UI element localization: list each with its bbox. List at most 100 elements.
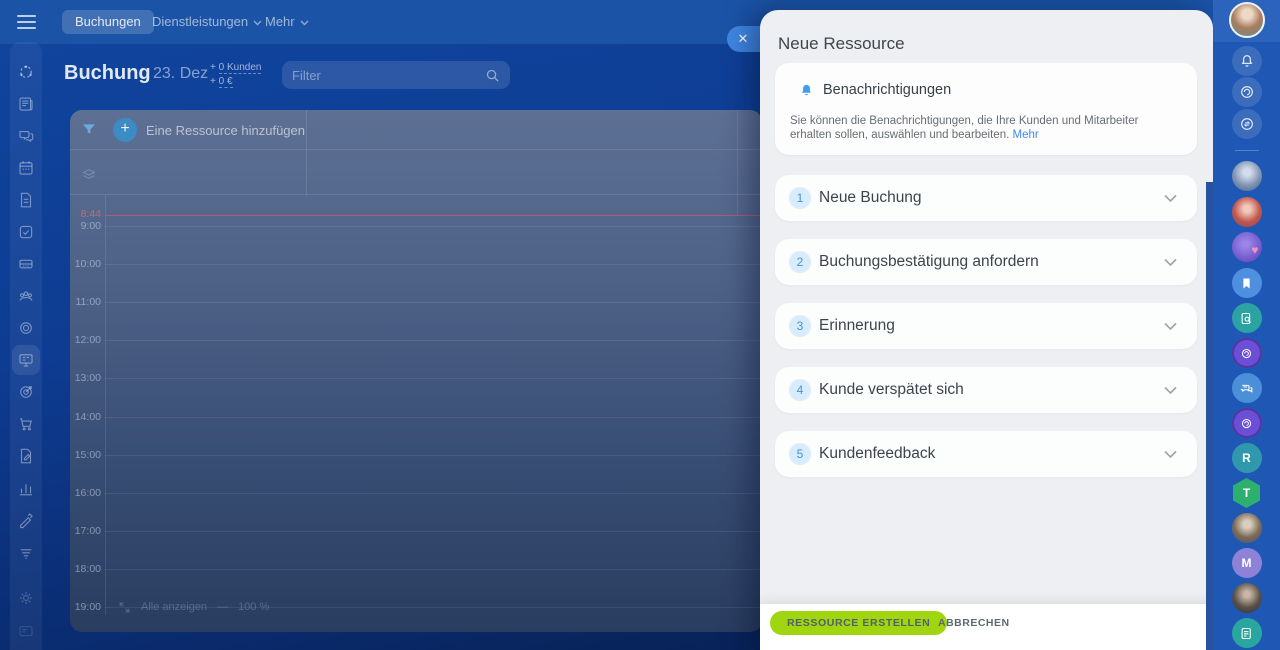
spiral-app-button-2[interactable] [1231, 408, 1262, 438]
sidebar-icon-people[interactable] [17, 287, 35, 305]
avatar-man-1[interactable] [1231, 513, 1262, 543]
avatar-woman[interactable] [1231, 197, 1262, 227]
sidebar-icon-badge[interactable] [17, 319, 35, 337]
right-rail: ♥ R T M [1213, 0, 1280, 650]
sidebar-icon-presentation[interactable] [17, 351, 35, 369]
workspace-m-button[interactable]: M [1231, 548, 1262, 578]
hour-label: 9:00 [80, 220, 101, 232]
user-avatar[interactable] [1228, 2, 1265, 38]
revenue-counter[interactable]: + 0 € [210, 75, 261, 89]
avatar-man-2[interactable] [1231, 583, 1262, 613]
page-title: Buchung [64, 62, 151, 84]
hour-label: 13:00 [74, 372, 101, 385]
zoom-level: 100 % [238, 601, 270, 613]
bell-icon [1241, 55, 1252, 67]
mehr-link[interactable]: Mehr [1013, 129, 1039, 141]
chevron-down-icon [300, 20, 309, 25]
section-buchungsbestaetigung[interactable]: 2 Buchungsbestätigung anfordern [775, 239, 1197, 285]
sidebar-icon-document[interactable] [17, 191, 35, 209]
notifications-title: Benachrichtigungen [823, 82, 952, 98]
panel-title: Neue Ressource [778, 34, 905, 53]
sidebar-icon-settings-gear[interactable] [17, 589, 35, 607]
chat-transfer-button[interactable] [1231, 109, 1262, 139]
chevron-down-icon[interactable] [1164, 258, 1177, 267]
panel-scrollbar[interactable] [1206, 182, 1213, 650]
expand-icon[interactable] [118, 601, 131, 614]
spiral-icon [1241, 418, 1252, 428]
chevron-down-icon[interactable] [1164, 450, 1177, 459]
hour-label: 12:00 [74, 334, 101, 347]
spiral-button[interactable] [1231, 77, 1262, 107]
filter-field[interactable] [282, 61, 510, 89]
document-app-button[interactable] [1231, 618, 1262, 648]
hour-label: 18:00 [74, 562, 101, 575]
sidebar-icon-cash-drawer[interactable] [17, 255, 35, 273]
sidebar-icon-cart[interactable] [17, 415, 35, 433]
tab-mehr[interactable]: Mehr [265, 10, 309, 34]
section-kunde-verspaetet[interactable]: 4 Kunde verspätet sich [775, 367, 1197, 413]
show-all-link[interactable]: Alle anzeigen [141, 601, 207, 613]
sidebar-icon-orbit[interactable] [17, 63, 35, 81]
chevron-down-icon[interactable] [1164, 194, 1177, 203]
search-icon [486, 69, 499, 82]
hour-gridline [105, 492, 760, 494]
workspace-letter: T [1242, 486, 1251, 500]
sidebar-icon-calendar[interactable] [17, 159, 35, 177]
close-panel-button[interactable]: ✕ [727, 26, 763, 52]
sidebar-icon-pen[interactable] [17, 511, 35, 529]
hamburger-menu-icon[interactable] [17, 15, 36, 29]
sidebar-icon-bar-chart[interactable] [17, 479, 35, 497]
chat-app-button[interactable] [1231, 373, 1262, 403]
hour-gridline [105, 378, 760, 380]
section-number-badge: 3 [789, 315, 811, 337]
spiral-app-button-1[interactable] [1231, 338, 1262, 368]
time-grid: 9:00 10:00 11:00 12:00 13:00 14:00 15:00 16:00 1… [70, 110, 762, 632]
document-search-icon [1241, 312, 1251, 324]
sidebar-icon-chats[interactable] [17, 127, 35, 145]
chevron-down-icon[interactable] [1164, 322, 1177, 331]
tab-dienstleistungen[interactable]: Dienstleistungen [152, 10, 262, 34]
chevron-down-icon[interactable] [1164, 386, 1177, 395]
chevron-down-icon [253, 20, 262, 25]
section-erinnerung[interactable]: 3 Erinnerung [775, 303, 1197, 349]
day-counters: + 0 Kunden + 0 € [210, 61, 262, 89]
rail-divider [1234, 150, 1259, 151]
customers-counter[interactable]: + 0 Kunden [210, 61, 262, 75]
workspace-t-button[interactable]: T [1233, 478, 1260, 508]
bookmark-button[interactable] [1231, 268, 1262, 298]
chat-lines-icon [1240, 384, 1253, 393]
sidebar-icon-document-edit[interactable] [17, 447, 35, 465]
avatar-heart[interactable]: ♥ [1231, 232, 1262, 262]
calendar-footer-controls: Alle anzeigen — 100 % [118, 598, 269, 616]
hour-gridline [105, 226, 760, 227]
tab-buchungen[interactable]: Buchungen [62, 10, 154, 34]
avatar-cat[interactable] [1231, 161, 1262, 191]
chat-arrows-icon [1240, 118, 1253, 130]
cancel-button[interactable]: ABBRECHEN [930, 611, 1018, 635]
workspace-letter: M [1241, 556, 1252, 570]
create-resource-button[interactable]: RESSOURCE ERSTELLEN [770, 611, 948, 635]
zoom-out-icon[interactable]: — [217, 601, 228, 613]
doc-search-button[interactable] [1231, 303, 1262, 333]
hour-gridline [105, 302, 760, 304]
filter-input[interactable] [292, 67, 485, 83]
section-label: Buchungsbestätigung anfordern [819, 253, 1039, 270]
calendar-card: + Eine Ressource hinzufügen 9:00 10:00 11:… [70, 110, 762, 632]
workspace-r-button[interactable]: R [1231, 443, 1262, 473]
notifications-bell-button[interactable] [1231, 46, 1262, 76]
new-resource-panel: Neue Ressource Benachrichtigungen Sie kö… [760, 10, 1213, 650]
page-date[interactable]: 23. Dez [153, 65, 208, 83]
sidebar-icon-news[interactable] [17, 95, 35, 113]
section-number-badge: 2 [789, 251, 811, 273]
hour-label: 19:00 [74, 601, 101, 613]
sidebar-icon-target[interactable] [17, 383, 35, 401]
spiral-icon [1240, 86, 1253, 98]
sidebar-icon-check-square[interactable] [17, 223, 35, 241]
hour-gridline [105, 264, 760, 266]
section-kundenfeedback[interactable]: 5 Kundenfeedback [775, 431, 1197, 477]
bookmark-icon [1243, 278, 1250, 288]
section-neue-buchung[interactable]: 1 Neue Buchung [775, 175, 1197, 221]
current-time-line [105, 215, 760, 216]
sidebar-icon-screen[interactable] [17, 622, 35, 640]
sidebar-icon-layers-stack[interactable] [17, 543, 35, 561]
